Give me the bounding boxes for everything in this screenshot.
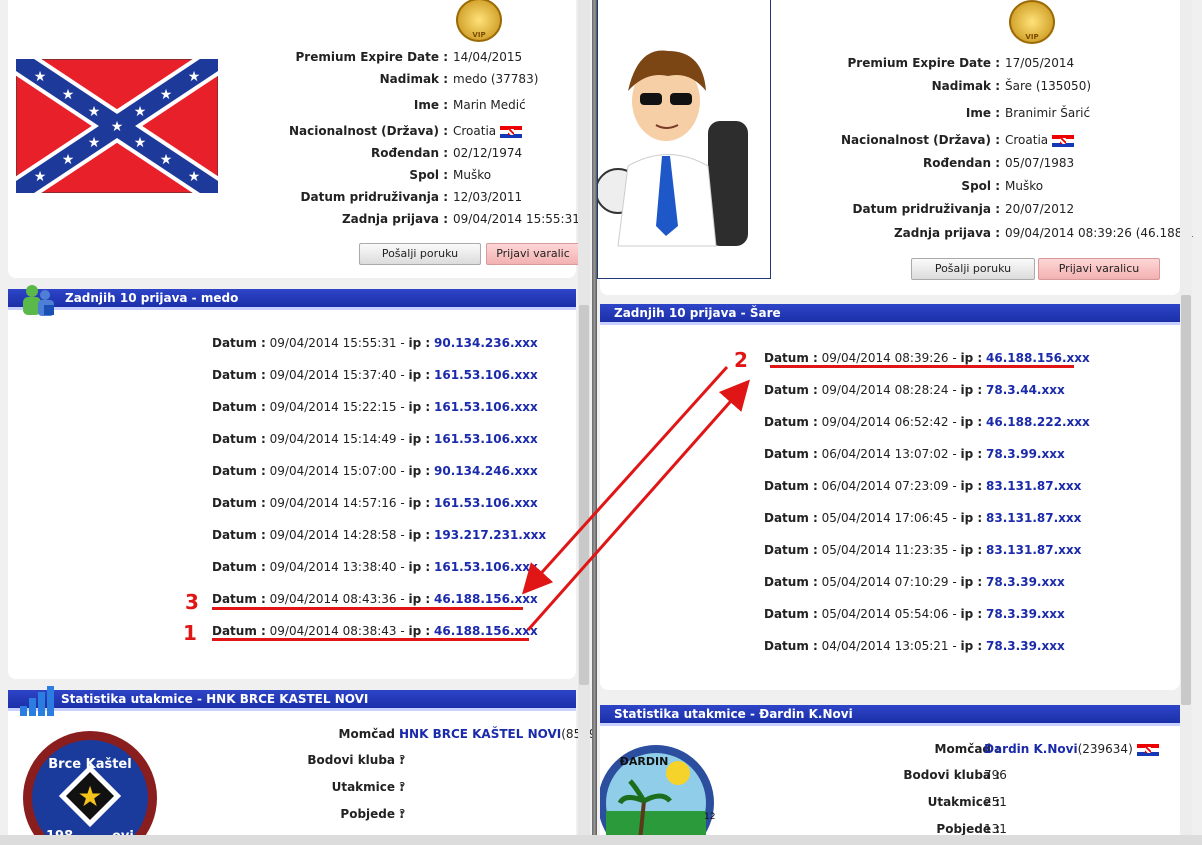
arrow-2-to-3 [521,365,729,595]
annotation-overlay [521,365,750,631]
annotation-2: 2 [734,348,748,372]
underline-2 [770,365,1074,368]
underline-3 [212,607,523,610]
annotation-1: 1 [183,621,197,645]
arrow-1-to-2 [526,379,750,631]
annotation-3: 3 [185,590,199,614]
underline-1 [212,638,529,641]
